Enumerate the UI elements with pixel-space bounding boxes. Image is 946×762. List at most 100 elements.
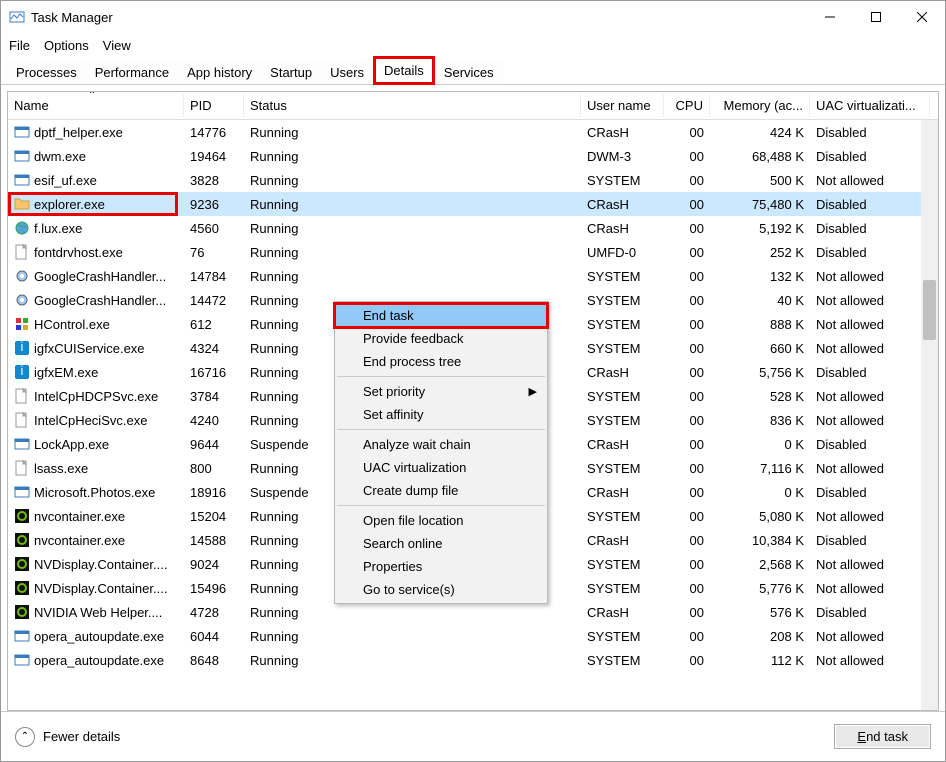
cell-uac: Disabled [810, 363, 930, 382]
cell-name: NVDisplay.Container.... [8, 578, 184, 598]
cell-memory: 5,080 K [710, 507, 810, 526]
cell-name: fontdrvhost.exe [8, 242, 184, 262]
chevron-up-icon: ⌃ [15, 727, 35, 747]
tab-performance[interactable]: Performance [86, 60, 178, 84]
cell-name: HControl.exe [8, 314, 184, 334]
tab-details[interactable]: Details [373, 56, 435, 85]
titlebar: Task Manager [1, 1, 945, 33]
menu-options[interactable]: Options [44, 38, 89, 53]
table-row[interactable]: opera_autoupdate.exe8648RunningSYSTEM001… [8, 648, 938, 672]
process-icon [14, 532, 30, 548]
process-icon [14, 148, 30, 164]
menu-uac-virtualization[interactable]: UAC virtualization [335, 456, 547, 479]
process-icon [14, 484, 30, 500]
cell-cpu: 00 [664, 651, 710, 670]
cell-memory: 424 K [710, 123, 810, 142]
menu-end-task[interactable]: End task [335, 304, 547, 327]
submenu-arrow-icon: ▶ [529, 385, 537, 398]
cell-status: Running [244, 195, 581, 214]
cell-uac: Disabled [810, 219, 930, 238]
table-row[interactable]: explorer.exe9236RunningCRasH0075,480 KDi… [8, 192, 938, 216]
cell-status: Running [244, 147, 581, 166]
menu-set-priority-label: Set priority [363, 384, 425, 399]
menu-separator [337, 429, 545, 430]
process-icon [14, 244, 30, 260]
cell-memory: 576 K [710, 603, 810, 622]
vertical-scrollbar[interactable] [921, 120, 938, 710]
column-header-status[interactable]: Status [244, 94, 581, 117]
process-icon [14, 196, 30, 212]
cell-cpu: 00 [664, 315, 710, 334]
scrollbar-thumb[interactable] [923, 280, 936, 340]
tab-processes[interactable]: Processes [7, 60, 86, 84]
menu-go-to-services[interactable]: Go to service(s) [335, 578, 547, 601]
fewer-details-label: Fewer details [43, 729, 120, 744]
cell-name: nvcontainer.exe [8, 506, 184, 526]
fewer-details-link[interactable]: ⌃ Fewer details [15, 727, 120, 747]
cell-user: UMFD-0 [581, 243, 664, 262]
table-row[interactable]: opera_autoupdate.exe6044RunningSYSTEM002… [8, 624, 938, 648]
cell-user: CRasH [581, 531, 664, 550]
cell-name: NVDisplay.Container.... [8, 554, 184, 574]
cell-user: SYSTEM [581, 387, 664, 406]
cell-pid: 3784 [184, 387, 244, 406]
column-header-memory[interactable]: Memory (ac... [710, 94, 810, 117]
menu-create-dump-file[interactable]: Create dump file [335, 479, 547, 502]
cell-status: Running [244, 627, 581, 646]
menu-end-process-tree[interactable]: End process tree [335, 350, 547, 373]
cell-status: Running [244, 651, 581, 670]
menu-set-affinity[interactable]: Set affinity [335, 403, 547, 426]
table-row[interactable]: f.lux.exe4560RunningCRasH005,192 KDisabl… [8, 216, 938, 240]
cell-name: f.lux.exe [8, 218, 184, 238]
cell-pid: 15204 [184, 507, 244, 526]
menu-provide-feedback[interactable]: Provide feedback [335, 327, 547, 350]
cell-status: Running [244, 219, 581, 238]
table-row[interactable]: dptf_helper.exe14776RunningCRasH00424 KD… [8, 120, 938, 144]
process-icon [14, 556, 30, 572]
cell-name: GoogleCrashHandler... [8, 290, 184, 310]
table-row[interactable]: GoogleCrashHandler...14784RunningSYSTEM0… [8, 264, 938, 288]
table-row[interactable]: esif_uf.exe3828RunningSYSTEM00500 KNot a… [8, 168, 938, 192]
cell-cpu: 00 [664, 531, 710, 550]
cell-user: CRasH [581, 603, 664, 622]
menu-file[interactable]: File [9, 38, 30, 53]
menu-search-online[interactable]: Search online [335, 532, 547, 555]
cell-cpu: 00 [664, 483, 710, 502]
tab-app-history[interactable]: App history [178, 60, 261, 84]
tab-startup[interactable]: Startup [261, 60, 321, 84]
menu-properties[interactable]: Properties [335, 555, 547, 578]
column-header-user[interactable]: User name [581, 94, 664, 117]
column-header-pid[interactable]: PID [184, 94, 244, 117]
minimize-button[interactable] [807, 1, 853, 33]
cell-pid: 14784 [184, 267, 244, 286]
table-row[interactable]: fontdrvhost.exe76RunningUMFD-000252 KDis… [8, 240, 938, 264]
menu-view[interactable]: View [103, 38, 131, 53]
cell-cpu: 00 [664, 363, 710, 382]
tab-users[interactable]: Users [321, 60, 373, 84]
cell-uac: Not allowed [810, 315, 930, 334]
menu-open-file-location[interactable]: Open file location [335, 509, 547, 532]
tab-services[interactable]: Services [435, 60, 503, 84]
process-icon [14, 316, 30, 332]
cell-uac: Not allowed [810, 387, 930, 406]
process-icon [14, 388, 30, 404]
column-header-cpu[interactable]: CPU [664, 94, 710, 117]
tab-strip: Processes Performance App history Startu… [1, 57, 945, 85]
cell-uac: Disabled [810, 195, 930, 214]
table-row[interactable]: dwm.exe19464RunningDWM-30068,488 KDisabl… [8, 144, 938, 168]
column-header-uac[interactable]: UAC virtualizati... [810, 94, 930, 117]
cell-cpu: 00 [664, 603, 710, 622]
cell-memory: 68,488 K [710, 147, 810, 166]
cell-user: CRasH [581, 483, 664, 502]
process-icon [14, 508, 30, 524]
menu-set-priority[interactable]: Set priority ▶ [335, 380, 547, 403]
maximize-button[interactable] [853, 1, 899, 33]
cell-cpu: 00 [664, 387, 710, 406]
menu-analyze-wait-chain[interactable]: Analyze wait chain [335, 433, 547, 456]
cell-uac: Not allowed [810, 579, 930, 598]
cell-uac: Not allowed [810, 339, 930, 358]
close-button[interactable] [899, 1, 945, 33]
end-task-button[interactable]: End task [834, 724, 931, 749]
cell-pid: 76 [184, 243, 244, 262]
cell-uac: Not allowed [810, 627, 930, 646]
